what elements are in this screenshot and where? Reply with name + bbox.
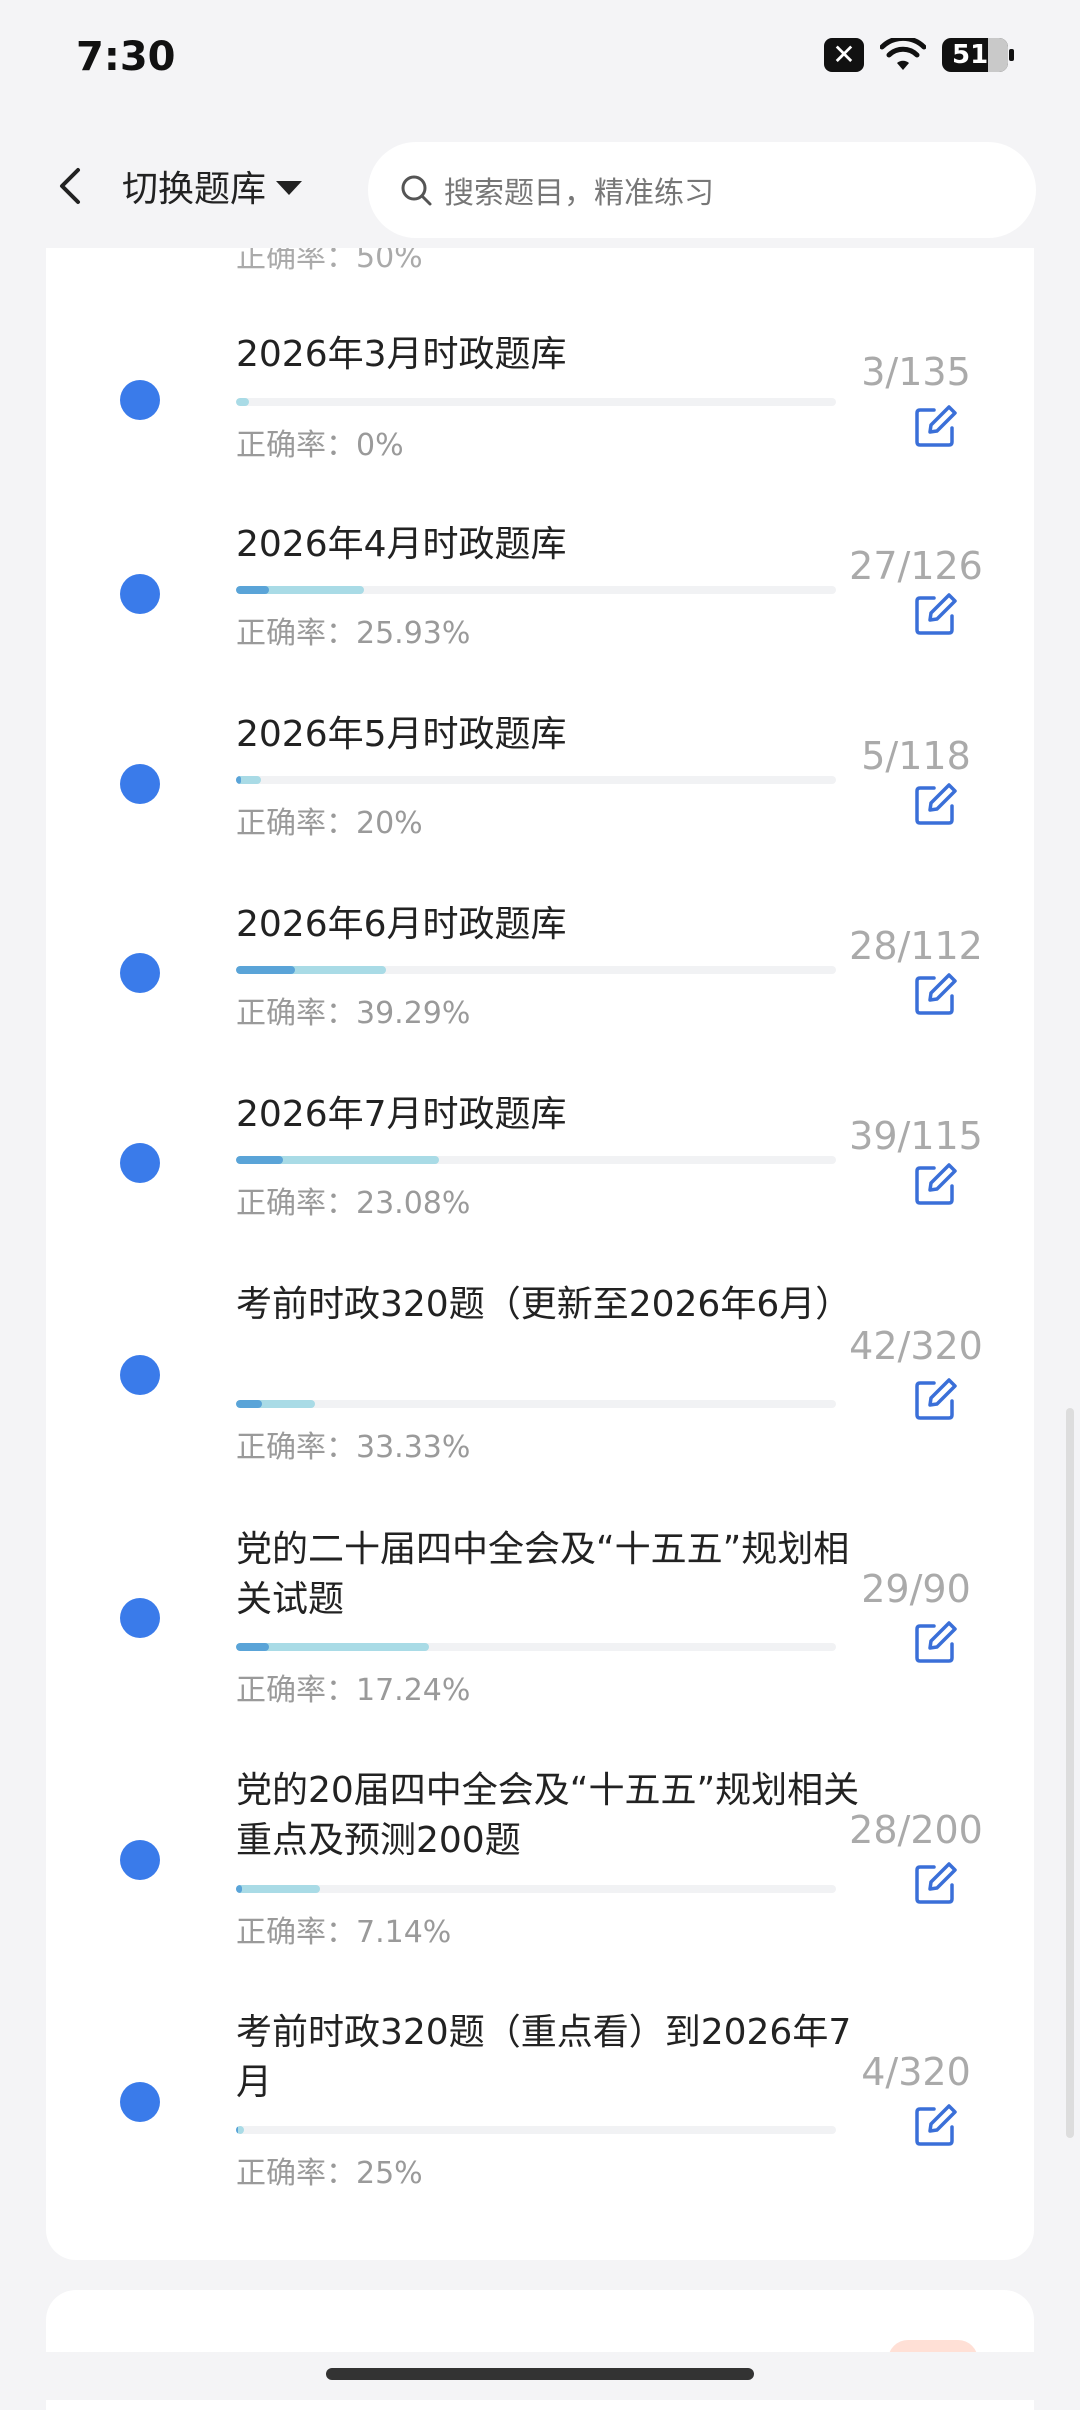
scrollbar[interactable] [1066,1408,1074,2138]
battery-icon: 51 [942,38,1014,72]
accuracy-text: 正确率：23.08% [236,1186,471,1221]
notification-close-icon: ✕ [824,38,864,72]
correct-fill [236,2126,238,2134]
edit-icon[interactable] [914,1620,958,1664]
progress-count: 42/320 [849,1324,983,1368]
edit-icon[interactable] [914,592,958,636]
progress-fill [236,398,250,406]
question-bank-list: 正确率：50% 2026年3月时政题库 正确率：0% 3/135 2026年4月时政题… [46,180,1034,2260]
caret-down-icon [276,181,303,195]
correct-fill [236,1643,270,1651]
status-dot [120,764,160,804]
edit-icon[interactable] [914,782,958,826]
status-time: 7:30 [76,34,176,80]
progress-count: 28/200 [849,1808,983,1852]
progress-count: 3/135 [861,350,971,394]
home-indicator[interactable] [326,2368,754,2380]
progress-bar [236,586,836,594]
edit-icon[interactable] [914,972,958,1016]
search-placeholder: 搜索题目，精准练习 [444,176,714,211]
switch-bank-dropdown[interactable]: 切换题库 [122,160,303,212]
battery-level: 51 [952,40,989,70]
progress-bar [236,1643,836,1651]
progress-fill [236,1885,320,1893]
search-input[interactable]: 搜索题目，精准练习 [368,142,1036,238]
status-icons: ✕ 51 [824,38,1014,72]
switch-bank-label: 切换题库 [122,169,267,210]
status-dot [120,1598,160,1638]
item-title: 考前时政320题（重点看）到2026年7月 [236,2012,852,2103]
status-dot [120,574,160,614]
progress-count: 28/112 [849,924,983,968]
progress-bar [236,398,836,406]
progress-count: 29/90 [861,1567,971,1611]
edit-icon[interactable] [914,1162,958,1206]
accuracy-text: 正确率：25.93% [236,616,471,651]
status-dot [120,2082,160,2122]
accuracy-text: 正确率：39.29% [236,996,471,1031]
search-icon [401,175,432,206]
correct-fill [236,586,270,594]
item-title: 2026年6月时政题库 [236,904,567,945]
correct-fill [236,966,295,974]
item-title: 2026年5月时政题库 [236,714,567,755]
accuracy-text: 正确率：33.33% [236,1430,471,1465]
accuracy-text: 正确率：25% [236,2156,423,2191]
item-title: 考前时政320题（更新至2026年6月） [236,1284,852,1325]
accuracy-text: 正确率：20% [236,806,423,841]
status-dot [120,1355,160,1395]
wifi-icon [880,38,926,70]
edit-icon[interactable] [914,404,958,448]
progress-bar [236,1400,836,1408]
progress-bar [236,1885,836,1893]
progress-bar [236,2126,836,2134]
progress-count: 5/118 [861,734,971,778]
item-title: 2026年4月时政题库 [236,524,567,565]
status-dot [120,1840,160,1880]
accuracy-text: 正确率：7.14% [236,1915,452,1950]
progress-bar [236,966,836,974]
correct-fill [236,1400,263,1408]
progress-bar [236,776,836,784]
correct-fill [236,1885,242,1893]
correct-fill [236,776,242,784]
edit-icon[interactable] [914,1861,958,1905]
status-bar: 7:30 ✕ 51 [0,0,1080,120]
progress-bar [236,1156,836,1164]
top-bar: 切换题库 搜索题目，精准练习 [0,130,1080,248]
accuracy-text: 正确率：17.24% [236,1673,471,1708]
item-title: 党的20届四中全会及“十五五”规划相关重点及预测200题 [236,1770,860,1861]
item-title: 2026年3月时政题库 [236,334,567,375]
accuracy-text: 正确率：0% [236,428,404,463]
progress-count: 27/126 [849,544,983,588]
item-title: 2026年7月时政题库 [236,1094,567,1135]
edit-icon[interactable] [914,1377,958,1421]
chevron-left-icon [60,168,80,204]
status-dot [120,953,160,993]
back-button[interactable] [42,156,102,216]
progress-count: 39/115 [849,1114,983,1158]
correct-fill [236,1156,283,1164]
status-dot [120,1143,160,1183]
edit-icon[interactable] [914,2103,958,2147]
status-dot [120,380,160,420]
progress-count: 4/320 [861,2050,971,2094]
item-title: 党的二十届四中全会及“十五五”规划相关试题 [236,1529,850,1620]
